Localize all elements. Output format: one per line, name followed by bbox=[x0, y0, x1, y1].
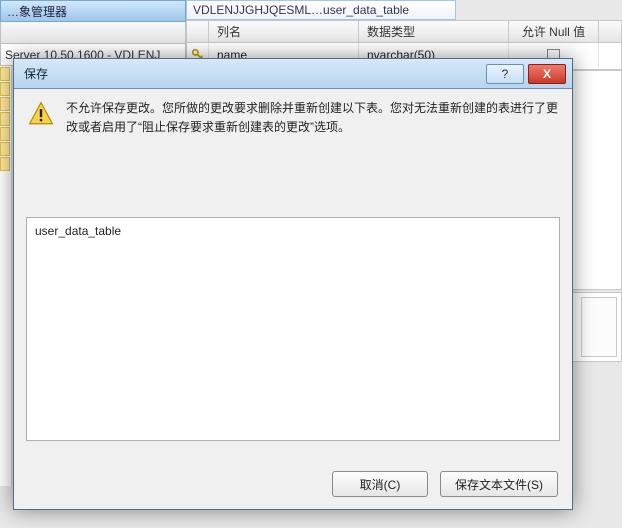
object-explorer-title: …象管理器 bbox=[7, 3, 67, 20]
help-icon: ? bbox=[502, 67, 509, 81]
save-dialog: 保存 ? X 不允许保存更改。您所做的更改要求删除并重新创建以下表。您对无法重新… bbox=[13, 58, 573, 510]
save-text-file-button-label: 保存文本文件(S) bbox=[455, 476, 543, 493]
row-selector-header bbox=[187, 21, 209, 42]
warning-icon bbox=[28, 101, 54, 127]
object-explorer-toolbar bbox=[0, 22, 186, 44]
close-icon: X bbox=[543, 67, 551, 81]
message-row: 不允许保存更改。您所做的更改要求删除并重新创建以下表。您对无法重新创建的表进行了… bbox=[28, 99, 558, 137]
folder-icon bbox=[0, 82, 10, 96]
dialog-message: 不允许保存更改。您所做的更改要求删除并重新创建以下表。您对无法重新创建的表进行了… bbox=[66, 99, 558, 137]
dialog-title: 保存 bbox=[24, 65, 482, 82]
document-tab[interactable]: VDLENJJGHJQESML…user_data_table bbox=[186, 0, 456, 20]
cancel-button-label: 取消(C) bbox=[360, 476, 401, 493]
table-header-row: 列名 数据类型 允许 Null 值 bbox=[187, 21, 621, 43]
list-item[interactable]: user_data_table bbox=[35, 224, 551, 238]
affected-tables-list[interactable]: user_data_table bbox=[26, 217, 560, 441]
dialog-button-row: 取消(C) 保存文本文件(S) bbox=[332, 471, 558, 497]
left-tree-strip bbox=[0, 66, 12, 486]
document-tab-label: VDLENJJGHJQESML…user_data_table bbox=[193, 3, 409, 17]
cancel-button[interactable]: 取消(C) bbox=[332, 471, 428, 497]
folder-icon bbox=[0, 67, 10, 81]
help-button[interactable]: ? bbox=[486, 64, 524, 84]
dialog-body: 不允许保存更改。您所做的更改要求删除并重新创建以下表。您对无法重新创建的表进行了… bbox=[14, 89, 572, 509]
save-text-file-button[interactable]: 保存文本文件(S) bbox=[440, 471, 558, 497]
close-button[interactable]: X bbox=[528, 64, 566, 84]
column-header-datatype[interactable]: 数据类型 bbox=[359, 21, 509, 42]
folder-icon bbox=[0, 112, 10, 126]
folder-icon bbox=[0, 97, 10, 111]
folder-icon bbox=[0, 157, 10, 171]
folder-icon bbox=[0, 142, 10, 156]
folder-icon bbox=[0, 127, 10, 141]
dialog-titlebar[interactable]: 保存 ? X bbox=[14, 59, 572, 89]
column-header-allow-null[interactable]: 允许 Null 值 bbox=[509, 21, 599, 42]
column-header-name[interactable]: 列名 bbox=[209, 21, 359, 42]
object-explorer-titlebar: …象管理器 bbox=[0, 0, 186, 22]
right-panel-inner bbox=[581, 297, 617, 357]
